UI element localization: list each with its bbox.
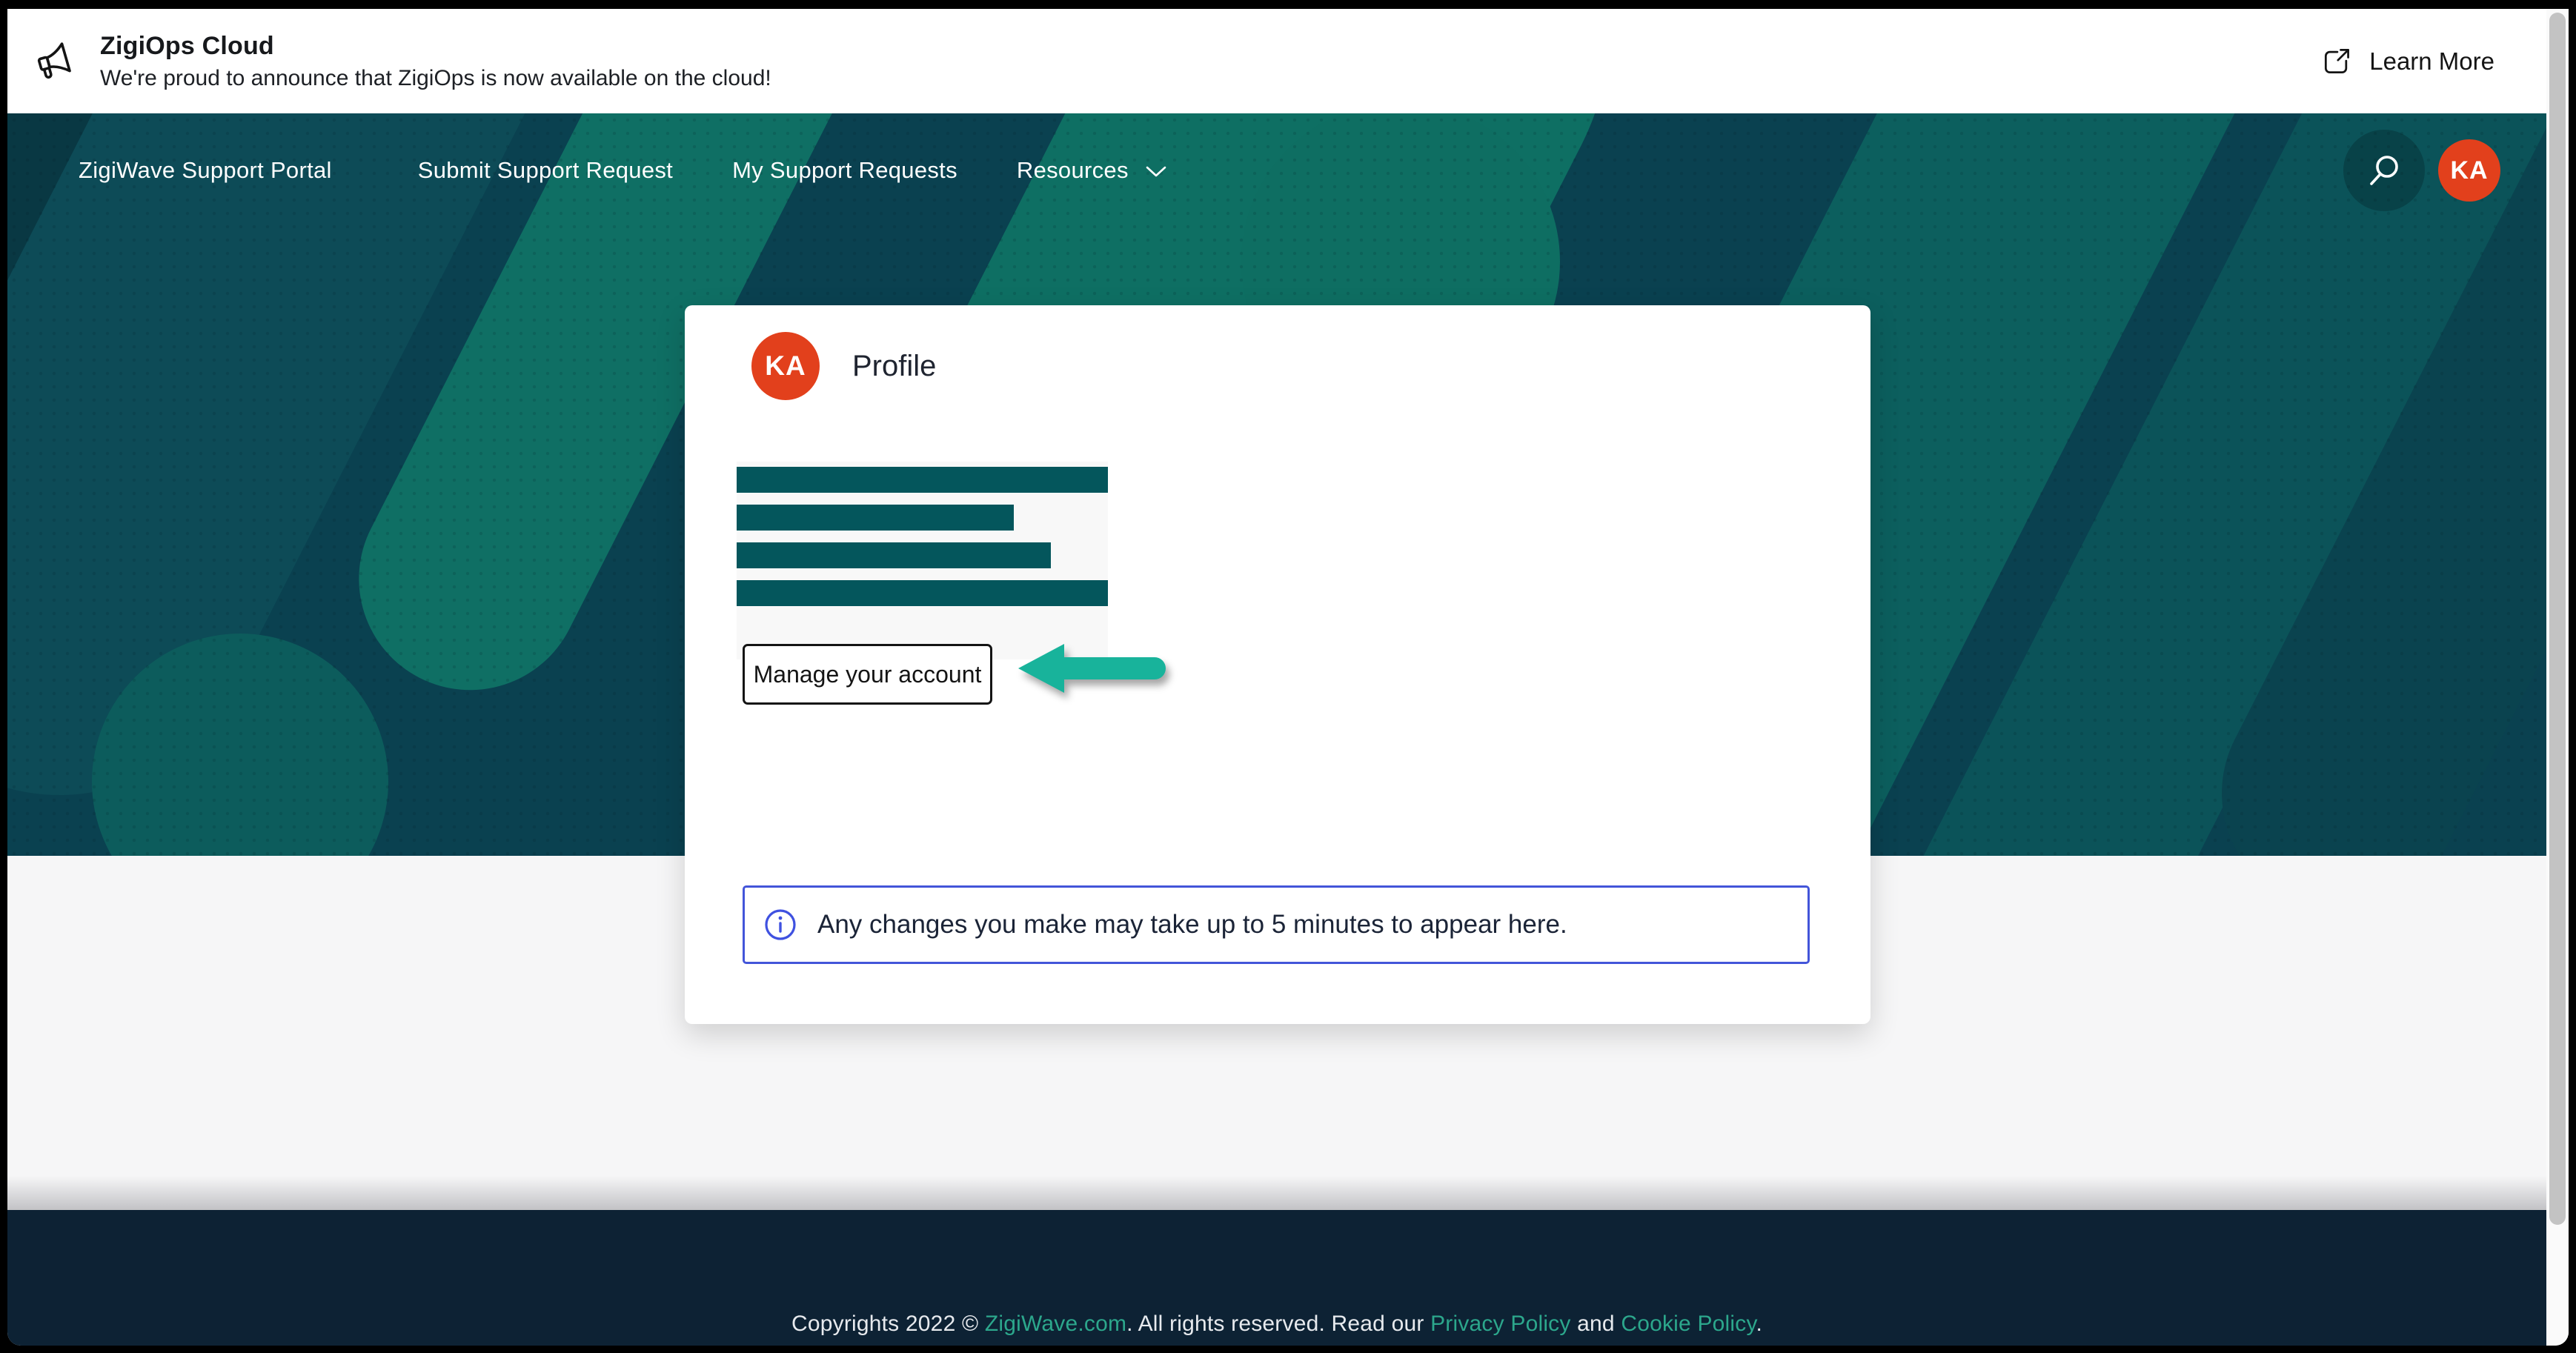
nav-brand[interactable]: ZigiWave Support Portal — [79, 157, 332, 184]
nav-right: KA — [2343, 130, 2500, 211]
footer-text-part: . — [1756, 1312, 1762, 1336]
search-icon — [2365, 151, 2403, 190]
megaphone-icon — [33, 40, 76, 83]
user-avatar[interactable]: KA — [2438, 139, 2500, 202]
footer-text-part: and — [1571, 1312, 1621, 1336]
page: ZigiOps Cloud We're proud to announce th… — [7, 9, 2546, 1346]
page-scrollbar[interactable] — [2546, 9, 2569, 1346]
profile-card: KA Profile Manage your account Any c — [685, 305, 1870, 1024]
redacted-bar — [737, 505, 1014, 531]
navbar: ZigiWave Support Portal Submit Support R… — [7, 113, 2546, 210]
redacted-profile-details — [737, 462, 1108, 659]
announcement-title: ZigiOps Cloud — [100, 32, 771, 61]
profile-notice-text: Any changes you make may take up to 5 mi… — [817, 910, 1567, 940]
profile-avatar: KA — [751, 332, 820, 400]
external-link-icon — [2320, 45, 2353, 78]
footer-link-cookie-policy[interactable]: Cookie Policy — [1621, 1312, 1756, 1336]
footer-link-zigiwave[interactable]: ZigiWave.com — [985, 1312, 1126, 1336]
search-button[interactable] — [2343, 130, 2425, 211]
browser-viewport: ZigiOps Cloud We're proud to announce th… — [7, 9, 2569, 1346]
nav-item-resources[interactable]: Resources — [1017, 157, 1167, 184]
learn-more-link[interactable]: Learn More — [2320, 45, 2494, 78]
redacted-bar — [737, 542, 1051, 568]
announcement-text: ZigiOps Cloud We're proud to announce th… — [100, 32, 771, 91]
nav-item-resources-label: Resources — [1017, 157, 1129, 184]
scrollbar-thumb[interactable] — [2549, 13, 2566, 1225]
redacted-bar — [737, 467, 1108, 493]
footer-text-part: . All rights reserved. Read our — [1126, 1312, 1430, 1336]
learn-more-label: Learn More — [2369, 47, 2494, 76]
chevron-down-icon — [1145, 165, 1167, 179]
footer-copyright: Copyrights 2022 © ZigiWave.com. All righ… — [7, 1312, 2546, 1337]
announcement-bar: ZigiOps Cloud We're proud to announce th… — [7, 9, 2546, 113]
highlight-arrow-annotation — [1015, 640, 1171, 697]
footer-link-privacy-policy[interactable]: Privacy Policy — [1430, 1312, 1571, 1336]
profile-title: Profile — [852, 350, 936, 383]
nav-item-submit-support-request[interactable]: Submit Support Request — [418, 157, 673, 184]
footer-text-part: Copyrights 2022 © — [791, 1312, 985, 1336]
profile-notice-banner: Any changes you make may take up to 5 mi… — [743, 885, 1810, 964]
announcement-subtitle: We're proud to announce that ZigiOps is … — [100, 66, 771, 91]
info-icon — [764, 908, 797, 941]
redacted-bar — [737, 580, 1108, 606]
footer: Copyrights 2022 © ZigiWave.com. All righ… — [7, 1210, 2546, 1346]
nav-item-my-support-requests[interactable]: My Support Requests — [732, 157, 957, 184]
profile-card-header: KA Profile — [685, 305, 1870, 400]
manage-account-button[interactable]: Manage your account — [743, 644, 992, 705]
